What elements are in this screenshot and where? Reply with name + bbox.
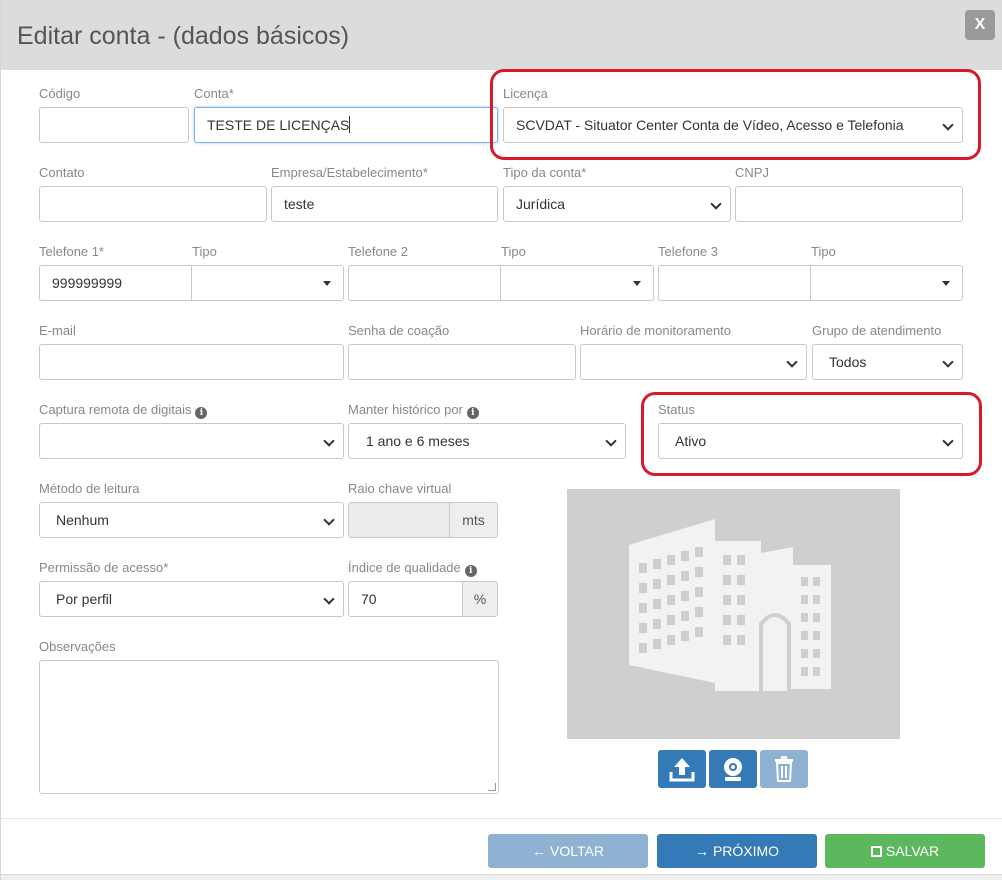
trash-icon (775, 756, 793, 782)
highlight-licenca (490, 69, 981, 160)
cnpj-label: CNPJ (735, 165, 769, 180)
edit-account-modal: Editar conta - (dados básicos) X Código … (0, 0, 1002, 880)
arrow-right-icon: → (694, 843, 709, 859)
arrow-left-icon: ← (532, 843, 547, 859)
observacoes-label: Observações (39, 639, 116, 654)
save-label: SALVAR (885, 843, 940, 859)
senha-coacao-label: Senha de coação (348, 323, 450, 338)
caret-down-icon (323, 281, 331, 286)
historico-select[interactable]: 1 ano e 6 meses (348, 423, 626, 459)
tipo1-label: Tipo (192, 244, 217, 259)
tipo-conta-value: Jurídica (516, 196, 566, 212)
webcam-icon (724, 758, 742, 781)
grupo-value: Todos (829, 354, 867, 370)
chevron-down-icon (942, 356, 954, 368)
grupo-select[interactable]: Todos (812, 344, 963, 380)
historico-label-text: Manter histórico por (348, 402, 463, 417)
indice-unit: % (462, 581, 498, 617)
conta-label: Conta* (194, 86, 234, 101)
tipo2-label: Tipo (501, 244, 526, 259)
footer-divider (1, 818, 1002, 819)
conta-value: TESTE DE LICENÇAS (207, 117, 350, 133)
codigo-input[interactable] (39, 107, 189, 143)
back-button[interactable]: ← VOLTAR (488, 834, 648, 868)
caret-down-icon (633, 281, 641, 286)
raio-unit: mts (449, 502, 498, 538)
chevron-down-icon (323, 593, 335, 605)
next-label: PRÓXIMO (712, 843, 780, 859)
grupo-label: Grupo de atendimento (812, 323, 942, 338)
telefone1-label: Telefone 1* (39, 244, 105, 259)
raio-label: Raio chave virtual (348, 481, 452, 496)
metodo-value: Nenhum (56, 512, 109, 528)
tipo3-label: Tipo (811, 244, 836, 259)
permissao-label: Permissão de acesso* (39, 560, 169, 575)
delete-photo-button[interactable] (760, 750, 808, 788)
tipo-conta-label: Tipo da conta* (503, 165, 587, 180)
info-circle-icon[interactable]: i (464, 565, 477, 577)
building-icon (629, 519, 831, 691)
bottom-strip (1, 874, 1002, 880)
conta-input[interactable]: TESTE DE LICENÇAS (194, 107, 498, 143)
horario-select[interactable] (580, 344, 807, 380)
permissao-select[interactable]: Por perfil (39, 581, 344, 617)
metodo-label: Método de leitura (39, 481, 140, 496)
permissao-value: Por perfil (56, 591, 113, 607)
telefone1-input[interactable]: 999999999 (39, 265, 192, 301)
historico-label: Manter histórico por i (348, 402, 479, 419)
save-button[interactable]: SALVAR (825, 834, 985, 868)
email-input[interactable] (39, 344, 344, 380)
codigo-label: Código (39, 86, 81, 101)
captura-label: Captura remota de digitais i (39, 402, 208, 419)
observacoes-textarea[interactable] (39, 660, 499, 794)
chevron-down-icon (323, 435, 335, 447)
chevron-down-icon (710, 198, 722, 210)
upload-icon (669, 758, 695, 782)
chevron-down-icon (605, 435, 617, 447)
indice-input[interactable]: 70 (348, 581, 463, 617)
empresa-input[interactable]: teste (271, 186, 498, 222)
modal-header: Editar conta - (dados básicos) X (1, 0, 1002, 70)
email-label: E-mail (39, 323, 76, 338)
webcam-photo-button[interactable] (709, 750, 757, 788)
back-label: VOLTAR (550, 843, 604, 859)
captura-select[interactable] (39, 423, 344, 459)
modal-title: Editar conta - (dados básicos) (17, 22, 350, 50)
telefone3-label: Telefone 3 (658, 244, 718, 259)
senha-coacao-input[interactable] (348, 344, 576, 380)
telefone3-input[interactable] (658, 265, 811, 301)
info-circle-icon[interactable]: i (195, 407, 208, 419)
empresa-label: Empresa/Estabelecimento* (271, 165, 428, 180)
indice-label-text: Índice de qualidade (348, 560, 461, 575)
tipo3-select[interactable] (810, 265, 963, 301)
telefone2-input[interactable] (348, 265, 501, 301)
text-cursor (349, 116, 351, 133)
close-button[interactable]: X (965, 10, 995, 40)
account-photo (567, 489, 900, 739)
resize-grip-icon[interactable] (488, 783, 496, 791)
telefone2-label: Telefone 2 (348, 244, 408, 259)
horario-label: Horário de monitoramento (580, 323, 732, 338)
chevron-down-icon (323, 514, 335, 526)
highlight-status (641, 392, 982, 476)
contato-label: Contato (39, 165, 85, 180)
tipo2-select[interactable] (500, 265, 654, 301)
indice-label: Índice de qualidade i (348, 560, 477, 577)
metodo-select[interactable]: Nenhum (39, 502, 344, 538)
cnpj-input[interactable] (735, 186, 963, 222)
info-circle-icon[interactable]: i (466, 407, 479, 419)
next-button[interactable]: → PRÓXIMO (657, 834, 817, 868)
tipo-conta-select[interactable]: Jurídica (503, 186, 731, 222)
captura-label-text: Captura remota de digitais (39, 402, 192, 417)
historico-value: 1 ano e 6 meses (366, 433, 470, 449)
tipo1-select[interactable] (191, 265, 344, 301)
raio-input (348, 502, 450, 538)
chevron-down-icon (786, 356, 798, 368)
contato-input[interactable] (39, 186, 267, 222)
caret-down-icon (942, 281, 950, 286)
floppy-disk-icon (870, 846, 882, 857)
upload-photo-button[interactable] (658, 750, 706, 788)
